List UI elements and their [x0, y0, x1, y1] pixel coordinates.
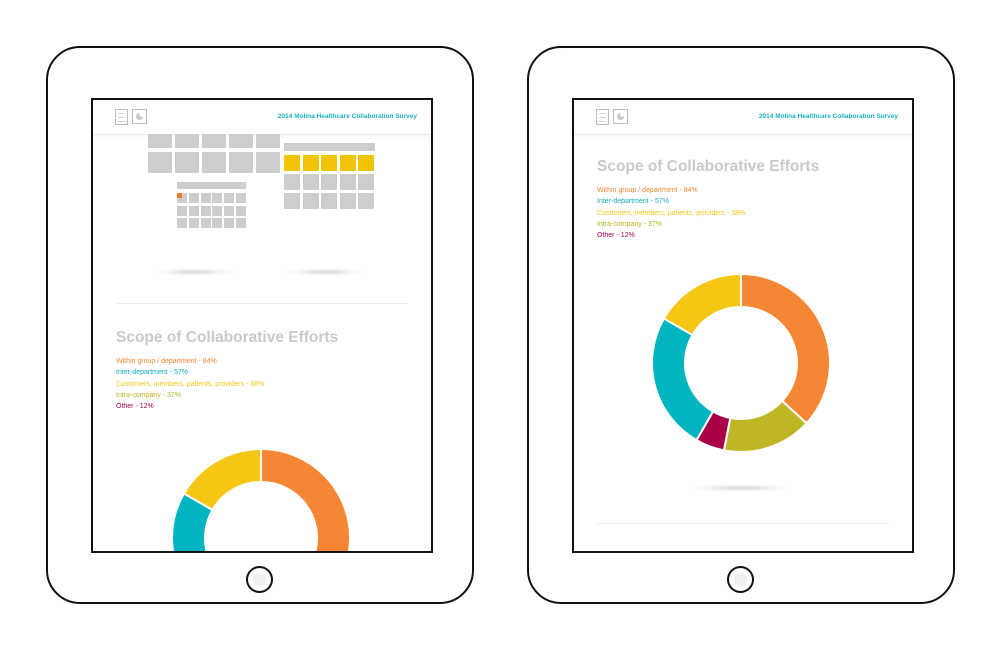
donut-chart — [171, 447, 351, 551]
donut-slice-4 — [651, 317, 715, 442]
tablet-left: 2014 Molina Healthcare Collaboration Sur… — [46, 46, 474, 604]
donut-slice-1 — [740, 272, 831, 425]
donut-slice-5 — [662, 272, 742, 337]
donut-slice-1 — [260, 447, 351, 551]
tablet-right: 2014 Molina Healthcare Collaboration Sur… — [527, 46, 955, 604]
home-button[interactable] — [246, 566, 273, 593]
home-button[interactable] — [727, 566, 754, 593]
donut-slice-5 — [182, 447, 262, 512]
tablet-screen-left: 2014 Molina Healthcare Collaboration Sur… — [91, 98, 433, 553]
chart-shadow — [692, 484, 792, 492]
section-divider — [597, 523, 889, 524]
tablet-screen-right: 2014 Molina Healthcare Collaboration Sur… — [572, 98, 914, 553]
